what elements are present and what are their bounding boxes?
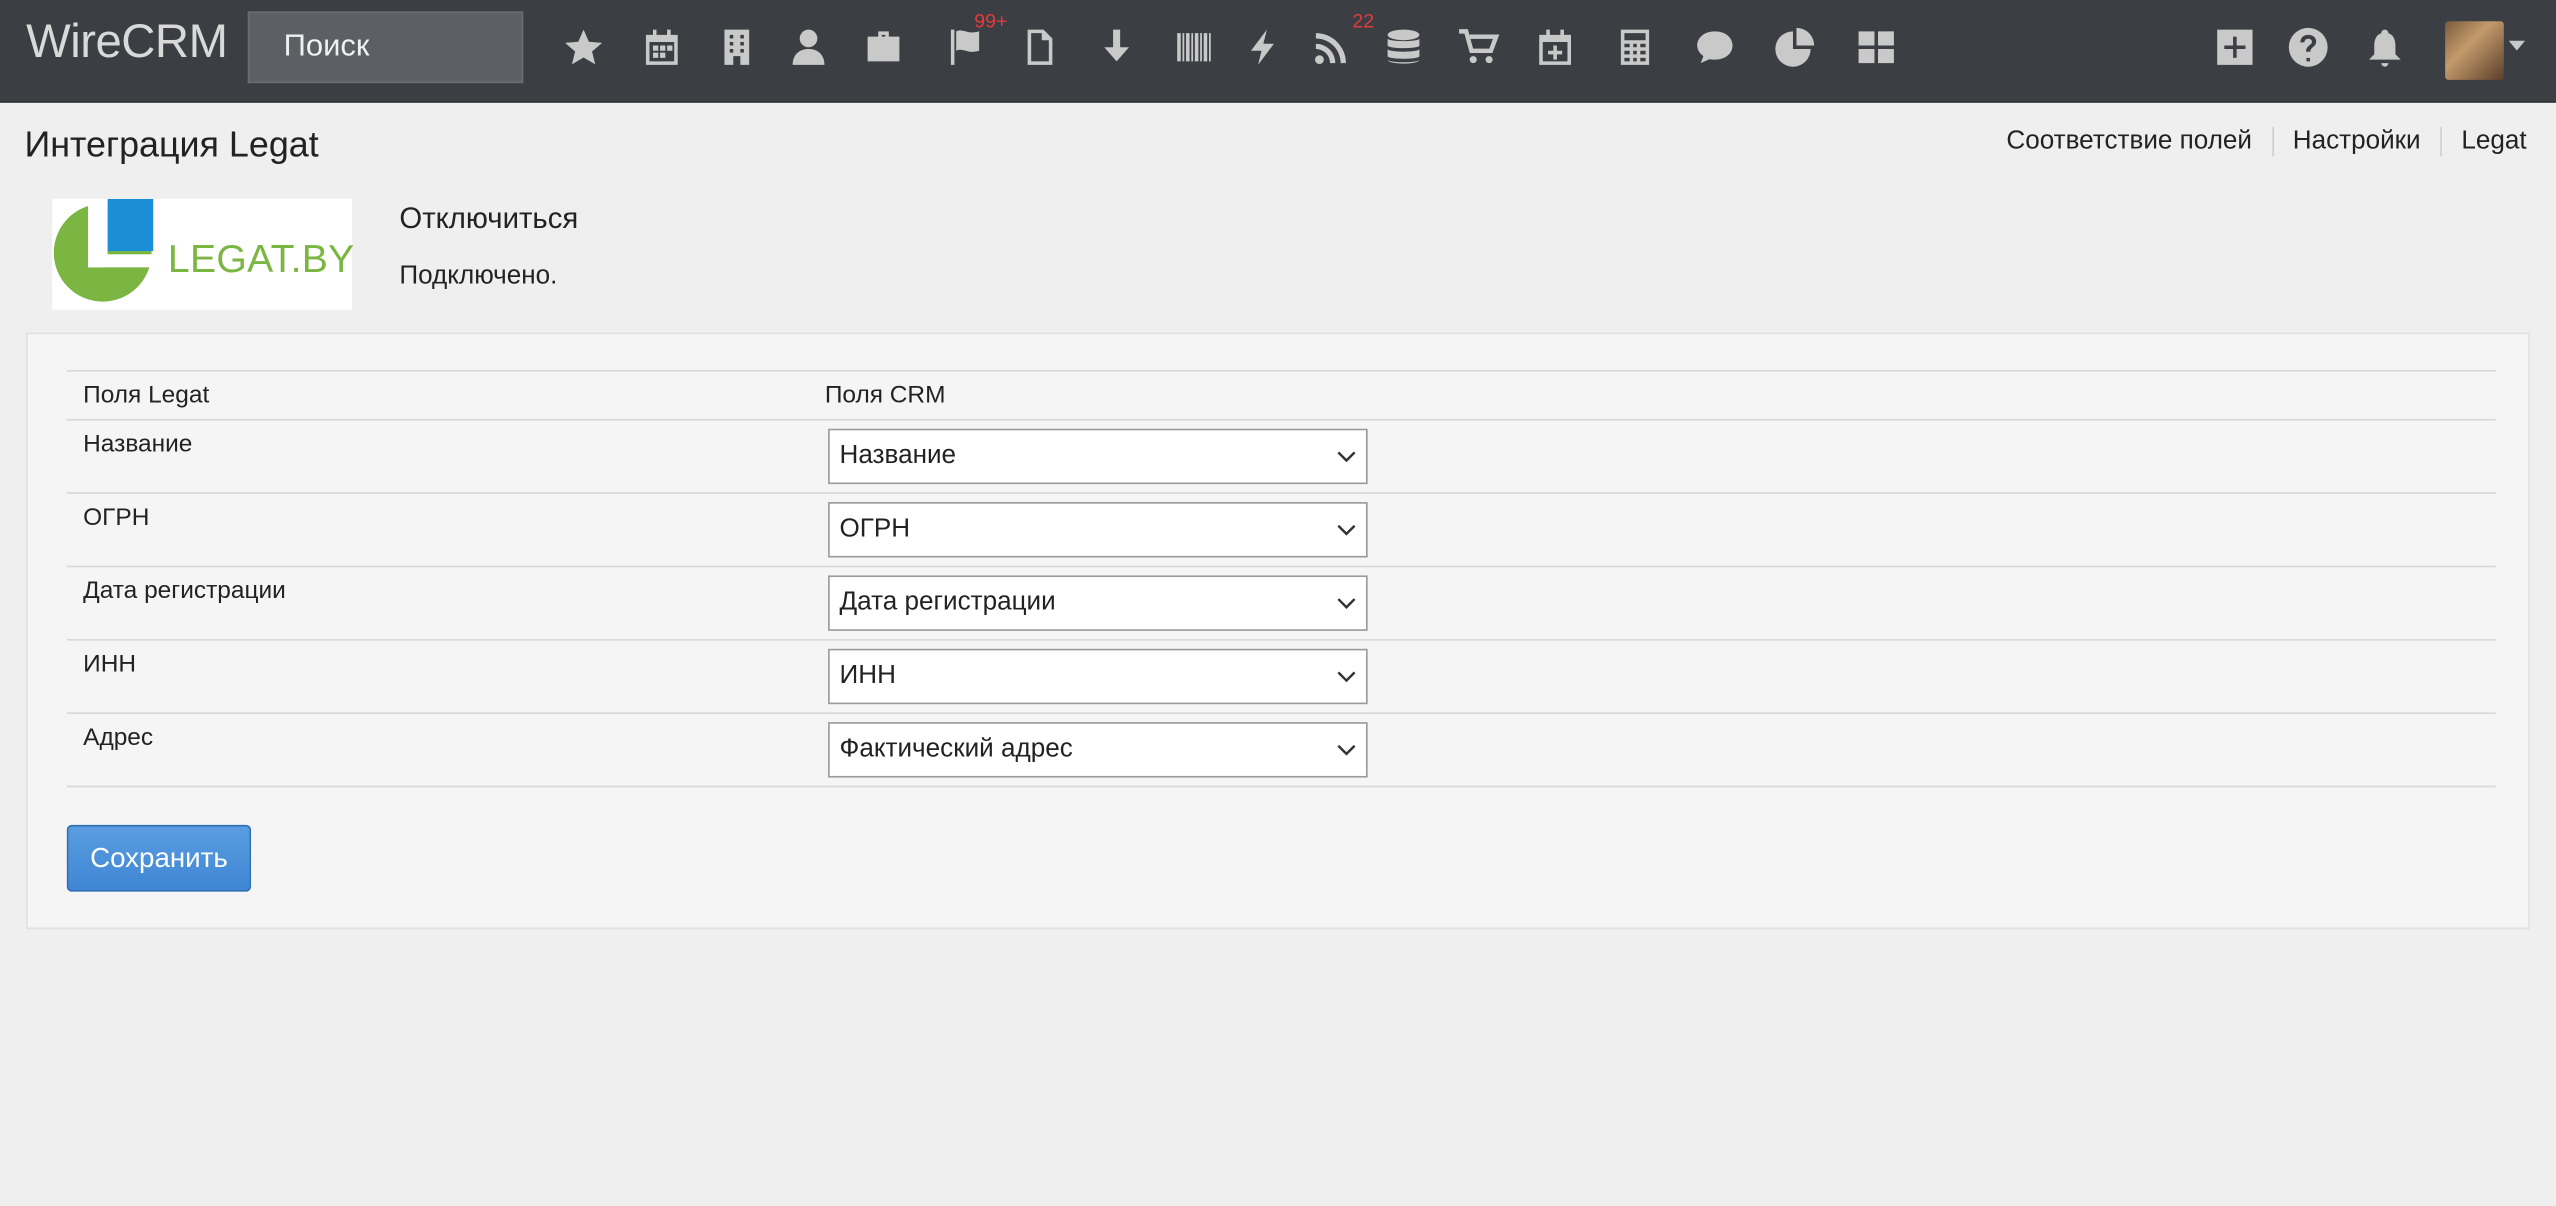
star-icon[interactable] — [561, 20, 607, 75]
chevron-down-icon[interactable] — [2508, 40, 2526, 51]
database-icon[interactable] — [1381, 20, 1427, 75]
calendar-plus-icon[interactable] — [1532, 20, 1578, 75]
page: WireCRM 99+ — [0, 0, 2556, 1206]
chevron-down-icon — [1337, 744, 1356, 756]
crm-field-select[interactable]: Фактический адрес — [828, 722, 1368, 778]
brand-logo[interactable]: WireCRM — [26, 16, 228, 70]
connection-status: Подключено. — [399, 262, 558, 291]
tab-field-mapping[interactable]: Соответствие полей — [1987, 127, 2272, 156]
select-value: Дата регистрации — [839, 588, 1056, 617]
table-row: Название Название — [66, 421, 2496, 494]
document-icon[interactable] — [1017, 20, 1063, 75]
top-navbar: WireCRM 99+ — [0, 0, 2556, 103]
cart-icon[interactable] — [1456, 20, 1502, 75]
select-value: ИНН — [839, 661, 896, 690]
legat-field-label: ИНН — [83, 650, 137, 679]
chevron-down-icon — [1337, 451, 1356, 463]
select-value: ОГРН — [839, 515, 911, 543]
select-value: Фактический адрес — [839, 735, 1073, 763]
crm-field-select[interactable]: Дата регистрации — [828, 575, 1368, 631]
sub-navigation: Соответствие полей Настройки Legat — [1987, 127, 2527, 157]
pie-chart-icon[interactable] — [1772, 20, 1818, 75]
rss-icon[interactable]: 22 — [1309, 10, 1374, 75]
bell-icon[interactable] — [2362, 20, 2408, 75]
legat-field-label: Название — [83, 430, 193, 459]
download-icon[interactable] — [1094, 20, 1140, 75]
calculator-icon[interactable] — [1612, 20, 1658, 75]
calendar-icon[interactable] — [639, 20, 685, 75]
briefcase-icon[interactable] — [861, 20, 907, 75]
chevron-down-icon — [1337, 671, 1356, 683]
disconnect-link[interactable]: Отключиться — [399, 202, 578, 236]
table-row: Адрес Фактический адрес — [66, 714, 2496, 788]
mapping-table: Поля Legat Поля CRM Название Название ОГ… — [66, 370, 2496, 788]
help-icon[interactable] — [2285, 20, 2331, 75]
logo-text: LEGAT.BY — [167, 237, 355, 283]
chat-icon[interactable] — [1692, 20, 1738, 75]
column-header-crm: Поля CRM — [824, 381, 946, 410]
field-mapping-panel: Поля Legat Поля CRM Название Название ОГ… — [26, 332, 2530, 930]
crm-field-select[interactable]: Название — [828, 428, 1368, 485]
notification-badge: 22 — [1352, 9, 1375, 33]
tab-settings[interactable]: Настройки — [2271, 127, 2441, 157]
legat-logo: LEGAT.BY — [52, 198, 355, 310]
avatar[interactable] — [2445, 21, 2504, 80]
grid-icon[interactable] — [1853, 20, 1899, 75]
page-title: Интеграция Legat — [24, 123, 319, 165]
flag-icon[interactable]: 99+ — [942, 10, 1007, 75]
table-row: ИНН ИНН — [66, 641, 2496, 714]
crm-field-select[interactable]: ИНН — [828, 648, 1368, 705]
chevron-down-icon — [1337, 524, 1356, 536]
tab-legat[interactable]: Legat — [2440, 127, 2527, 157]
legat-field-label: ОГРН — [83, 503, 150, 532]
table-row: ОГРН ОГРН — [66, 494, 2496, 568]
plus-square-icon[interactable] — [2212, 20, 2258, 75]
barcode-icon[interactable] — [1172, 20, 1218, 75]
lightning-icon[interactable] — [1241, 20, 1287, 75]
table-header: Поля Legat Поля CRM — [66, 370, 2496, 421]
save-button[interactable]: Сохранить — [66, 824, 252, 892]
crm-field-select[interactable]: ОГРН — [828, 502, 1368, 558]
legat-field-label: Адрес — [83, 723, 154, 752]
search-input[interactable] — [247, 11, 524, 84]
building-icon[interactable] — [714, 20, 760, 75]
chevron-down-icon — [1337, 598, 1356, 609]
notification-badge: 99+ — [974, 9, 1008, 33]
column-header-legat: Поля Legat — [83, 381, 210, 410]
table-row: Дата регистрации Дата регистрации — [66, 567, 2496, 641]
legat-field-label: Дата регистрации — [83, 577, 286, 605]
user-icon[interactable] — [786, 20, 832, 75]
select-value: Название — [839, 441, 957, 470]
